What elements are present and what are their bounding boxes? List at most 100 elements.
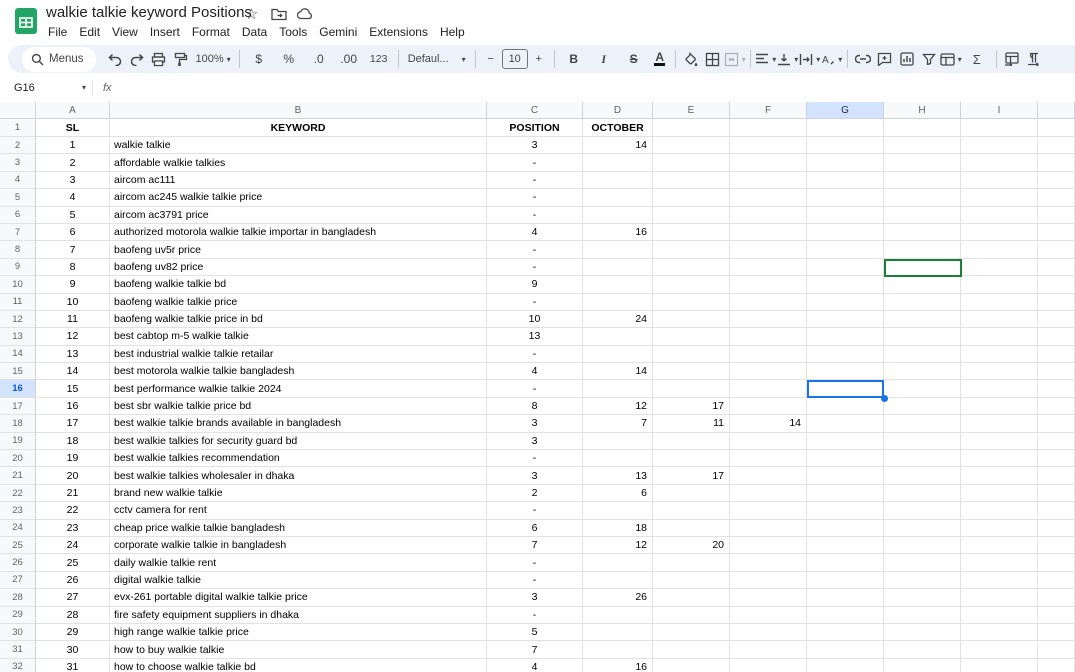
cell-october[interactable]: [583, 450, 653, 468]
cell-october[interactable]: [583, 189, 653, 207]
cell-october[interactable]: 14: [583, 363, 653, 381]
cell-keyword[interactable]: how to choose walkie talkie bd: [110, 658, 487, 672]
empty-cell[interactable]: [730, 119, 807, 137]
cell-col-f[interactable]: [730, 536, 807, 555]
cell-col-e[interactable]: [653, 432, 730, 451]
cell-col-f[interactable]: [730, 137, 807, 155]
empty-cell[interactable]: [807, 171, 884, 190]
cell-sl[interactable]: 9: [36, 276, 110, 294]
row-header-1[interactable]: 1: [0, 119, 36, 137]
cell-keyword[interactable]: affordable walkie talkies: [110, 154, 487, 172]
cell-sl[interactable]: 29: [36, 623, 110, 642]
decrease-decimal-button[interactable]: .0: [304, 48, 334, 70]
cell-sl[interactable]: 14: [36, 363, 110, 381]
cell-col-f[interactable]: [730, 241, 807, 259]
cell-position[interactable]: -: [487, 293, 583, 311]
cell-sl[interactable]: 27: [36, 589, 110, 607]
empty-cell[interactable]: [807, 484, 884, 503]
cell-sl[interactable]: 5: [36, 206, 110, 224]
cell-col-e[interactable]: [653, 293, 730, 311]
cell-october[interactable]: [583, 276, 653, 294]
empty-cell[interactable]: [807, 502, 884, 520]
empty-cell[interactable]: [1038, 363, 1075, 381]
cell-position[interactable]: -: [487, 345, 583, 364]
empty-cell[interactable]: [961, 502, 1038, 520]
empty-cell[interactable]: [884, 571, 961, 590]
empty-cell[interactable]: [1038, 589, 1075, 607]
empty-cell[interactable]: [807, 206, 884, 224]
empty-cell[interactable]: [884, 206, 961, 224]
cell-col-e[interactable]: [653, 380, 730, 398]
cell-position[interactable]: -: [487, 189, 583, 207]
empty-cell[interactable]: [961, 484, 1038, 503]
cell-october[interactable]: [583, 623, 653, 642]
empty-cell[interactable]: [807, 450, 884, 468]
cell-sl[interactable]: 1: [36, 137, 110, 155]
row-header-9[interactable]: 9: [0, 258, 36, 277]
vertical-align-button[interactable]: ▾: [777, 48, 799, 70]
cell-position[interactable]: 3: [487, 467, 583, 485]
cell-keyword[interactable]: best performance walkie talkie 2024: [110, 380, 487, 398]
cell-sl[interactable]: 11: [36, 310, 110, 329]
empty-cell[interactable]: [807, 519, 884, 537]
cell-keyword[interactable]: digital walkie talkie: [110, 571, 487, 590]
cell-col-e[interactable]: [653, 519, 730, 537]
empty-cell[interactable]: [884, 536, 961, 555]
cell-october[interactable]: [583, 206, 653, 224]
cell-keyword[interactable]: baofeng walkie talkie price: [110, 293, 487, 311]
cell-position[interactable]: -: [487, 206, 583, 224]
empty-cell[interactable]: [807, 623, 884, 642]
empty-cell[interactable]: [807, 397, 884, 416]
cell-position[interactable]: 4: [487, 363, 583, 381]
cell-position[interactable]: 6: [487, 519, 583, 537]
empty-cell[interactable]: [807, 658, 884, 672]
empty-cell[interactable]: [807, 154, 884, 172]
empty-cell[interactable]: [807, 415, 884, 433]
empty-cell[interactable]: [961, 571, 1038, 590]
empty-cell[interactable]: [884, 258, 961, 277]
cell-keyword[interactable]: best walkie talkie brands available in b…: [110, 415, 487, 433]
cell-october[interactable]: 7: [583, 415, 653, 433]
cell-col-f[interactable]: [730, 519, 807, 537]
empty-cell[interactable]: [884, 484, 961, 503]
cell-col-e[interactable]: 20: [653, 536, 730, 555]
empty-cell[interactable]: [884, 363, 961, 381]
empty-cell[interactable]: [1038, 328, 1075, 346]
empty-cell[interactable]: [884, 241, 961, 259]
font-select[interactable]: Defaul... ▾: [403, 48, 471, 70]
cell-october[interactable]: 18: [583, 519, 653, 537]
empty-cell[interactable]: [1038, 206, 1075, 224]
cell-keyword[interactable]: fire safety equipment suppliers in dhaka: [110, 606, 487, 624]
empty-cell[interactable]: [1038, 467, 1075, 485]
empty-cell[interactable]: [807, 606, 884, 624]
cell-keyword[interactable]: baofeng walkie talkie price in bd: [110, 310, 487, 329]
row-header-14[interactable]: 14: [0, 345, 36, 364]
menu-item-tools[interactable]: Tools: [273, 22, 313, 42]
empty-cell[interactable]: [807, 137, 884, 155]
empty-cell[interactable]: [961, 589, 1038, 607]
empty-cell[interactable]: [961, 119, 1038, 137]
create-filter-button[interactable]: [918, 48, 940, 70]
empty-cell[interactable]: [961, 536, 1038, 555]
cell-sl[interactable]: 8: [36, 258, 110, 277]
row-header-7[interactable]: 7: [0, 223, 36, 242]
empty-cell[interactable]: [807, 467, 884, 485]
empty-cell[interactable]: [961, 519, 1038, 537]
empty-cell[interactable]: [961, 223, 1038, 242]
text-color-button[interactable]: A: [649, 48, 671, 70]
empty-cell[interactable]: [807, 189, 884, 207]
insert-comment-button[interactable]: [874, 48, 896, 70]
empty-cell[interactable]: [1038, 415, 1075, 433]
table-icon[interactable]: [1001, 48, 1023, 70]
cell-col-e[interactable]: [653, 502, 730, 520]
cell-keyword[interactable]: aircom ac245 walkie talkie price: [110, 189, 487, 207]
empty-cell[interactable]: [1038, 554, 1075, 572]
row-header-23[interactable]: 23: [0, 502, 36, 520]
empty-cell[interactable]: [1038, 345, 1075, 364]
cell-october[interactable]: 13: [583, 467, 653, 485]
cell-col-f[interactable]: [730, 467, 807, 485]
empty-cell[interactable]: [1038, 484, 1075, 503]
cell-col-e[interactable]: [653, 206, 730, 224]
cell-october[interactable]: [583, 502, 653, 520]
star-icon[interactable]: ☆: [243, 5, 260, 23]
